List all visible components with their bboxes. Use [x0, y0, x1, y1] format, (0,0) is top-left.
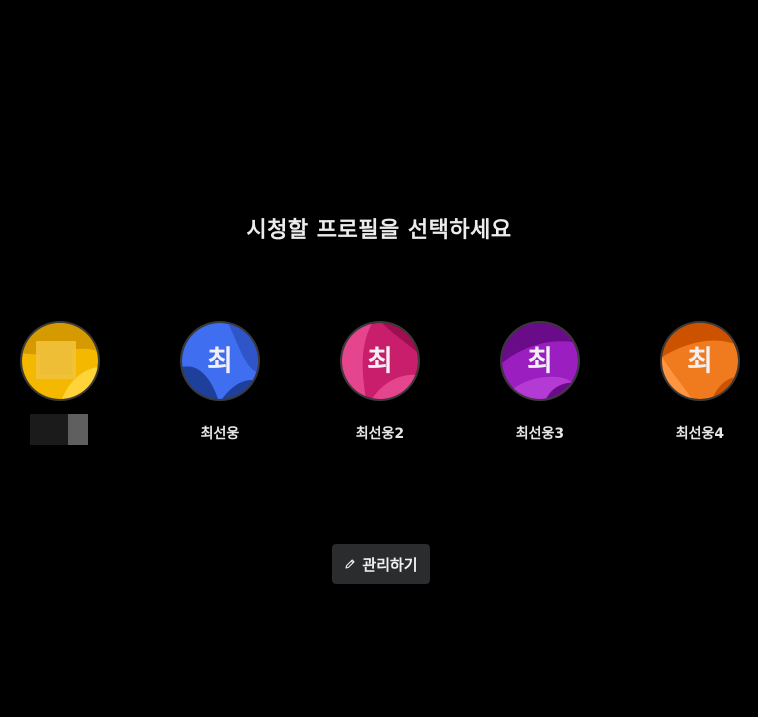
manage-profiles-button[interactable]: 관리하기: [332, 544, 430, 584]
avatar-pattern-icon: [22, 323, 98, 399]
profile-item-1[interactable]: 최 최선웅: [160, 321, 280, 451]
avatar-initial: 최: [367, 344, 393, 377]
avatar[interactable]: 최: [180, 321, 260, 401]
profile-item-0[interactable]: [0, 321, 120, 451]
profile-name-redacted: [30, 414, 88, 445]
profile-item-2[interactable]: 최 최선웅2: [320, 321, 440, 451]
avatar-initial: 최: [687, 344, 713, 377]
profile-list: 최 최선웅 최 최선웅2 최 최선웅3 최 최선웅4: [0, 321, 758, 461]
page-title: 시청할 프로필을 선택하세요: [246, 218, 512, 243]
avatar[interactable]: 최: [340, 321, 420, 401]
avatar-initial: 최: [207, 344, 233, 377]
avatar-initial: 최: [527, 344, 553, 377]
profile-name: 최선웅2: [355, 426, 405, 442]
profile-name: 최선웅3: [515, 426, 565, 442]
profile-item-3[interactable]: 최 최선웅3: [480, 321, 600, 451]
avatar[interactable]: 최: [660, 321, 740, 401]
avatar[interactable]: 최: [500, 321, 580, 401]
avatar[interactable]: [20, 321, 100, 401]
profile-item-4[interactable]: 최 최선웅4: [640, 321, 758, 451]
manage-button-label: 관리하기: [362, 555, 418, 574]
profile-name: 최선웅4: [675, 426, 725, 442]
profile-name: 최선웅: [200, 426, 240, 442]
pencil-icon: [345, 559, 355, 569]
